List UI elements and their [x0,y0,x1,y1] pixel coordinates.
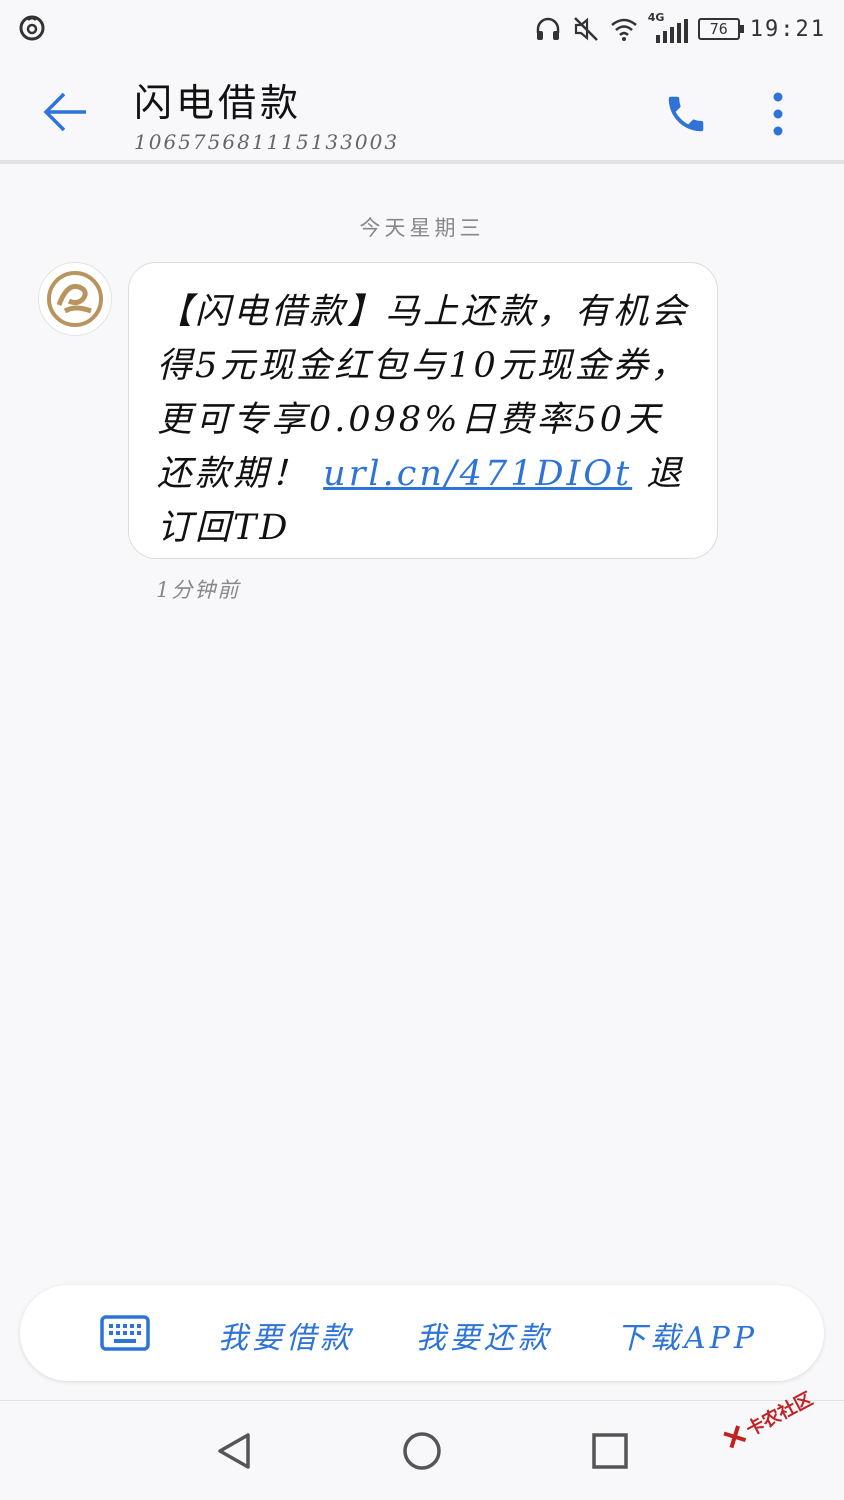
menu-download-app-button[interactable]: 下载APP [616,1313,758,1357]
keyboard-icon[interactable] [100,1313,150,1353]
status-bar: 4G 76 19:21 [0,0,844,60]
menu-borrow-button[interactable]: 我要借款 [218,1313,354,1357]
more-vertical-icon [773,92,783,136]
message-timestamp: 1分钟前 [156,578,241,602]
headphones-icon [536,17,560,40]
mute-icon [573,17,598,41]
date-separator: 今天星期三 [359,216,485,240]
back-button[interactable] [30,80,100,144]
message-link[interactable]: url.cn/471DIOt [323,454,632,494]
contact-name: 闪电借款 [134,81,303,125]
signal-icon: 4G [648,11,688,43]
quick-menu-bar: 我要借款 我要还款 下载APP [20,1285,824,1381]
nav-home-icon[interactable] [400,1429,444,1473]
message-body: 【闪电借款】马上还款，有机会得5元现金红包与10元现金券，更可专享0.098%日… [157,285,689,555]
phone-icon [668,96,704,132]
battery-indicator: 76 [697,18,744,40]
contact-number: 106575681115133003 [134,130,400,154]
conversation-header: 闪电借款 106575681115133003 [0,60,844,164]
call-button[interactable] [656,84,716,144]
nav-back-icon[interactable] [212,1429,256,1473]
more-options-button[interactable] [756,84,800,144]
arrow-left-icon [43,92,86,132]
netease-music-icon [19,15,45,41]
watermark-text: 卡农社区 [742,1388,817,1441]
wifi-icon [610,18,637,41]
sender-avatar[interactable] [38,262,112,336]
sender-logo-icon [47,271,103,327]
status-clock: 19:21 [749,16,826,42]
message-bubble[interactable]: 【闪电借款】马上还款，有机会得5元现金红包与10元现金券，更可专享0.098%日… [128,262,718,559]
menu-repay-button[interactable]: 我要还款 [416,1313,552,1357]
nav-recent-icon[interactable] [588,1429,632,1473]
